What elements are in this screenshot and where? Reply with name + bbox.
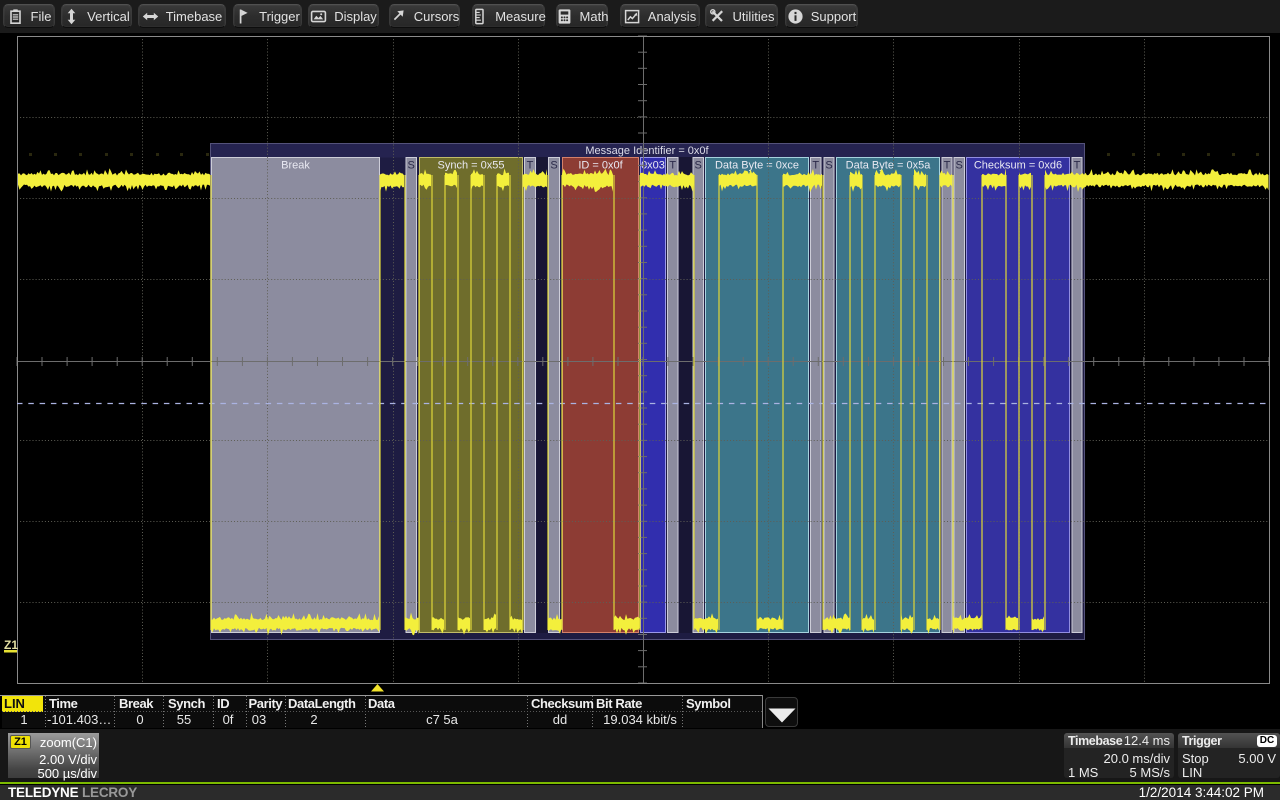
svg-text:S: S <box>550 160 557 172</box>
svg-text:S: S <box>695 160 702 172</box>
svg-text:T: T <box>669 160 676 172</box>
svg-text:T: T <box>527 160 534 172</box>
svg-text:Checksum = 0xd6: Checksum = 0xd6 <box>974 160 1062 172</box>
svg-text:Synch = 0x55: Synch = 0x55 <box>438 160 505 172</box>
svg-text:T: T <box>812 160 819 172</box>
svg-text:Data Byte = 0xce: Data Byte = 0xce <box>715 160 799 172</box>
svg-text:ID = 0x0f: ID = 0x0f <box>578 160 623 172</box>
svg-text:Message Identifier = 0x0f: Message Identifier = 0x0f <box>585 145 709 157</box>
svg-text:S: S <box>825 160 832 172</box>
svg-text:T: T <box>1074 160 1081 172</box>
svg-text:Break: Break <box>281 160 310 172</box>
svg-text:Data Byte = 0x5a: Data Byte = 0x5a <box>846 160 932 172</box>
svg-text:T: T <box>944 160 951 172</box>
svg-text:S: S <box>408 160 415 172</box>
svg-text:S: S <box>956 160 963 172</box>
svg-text:Z1: Z1 <box>4 638 18 652</box>
